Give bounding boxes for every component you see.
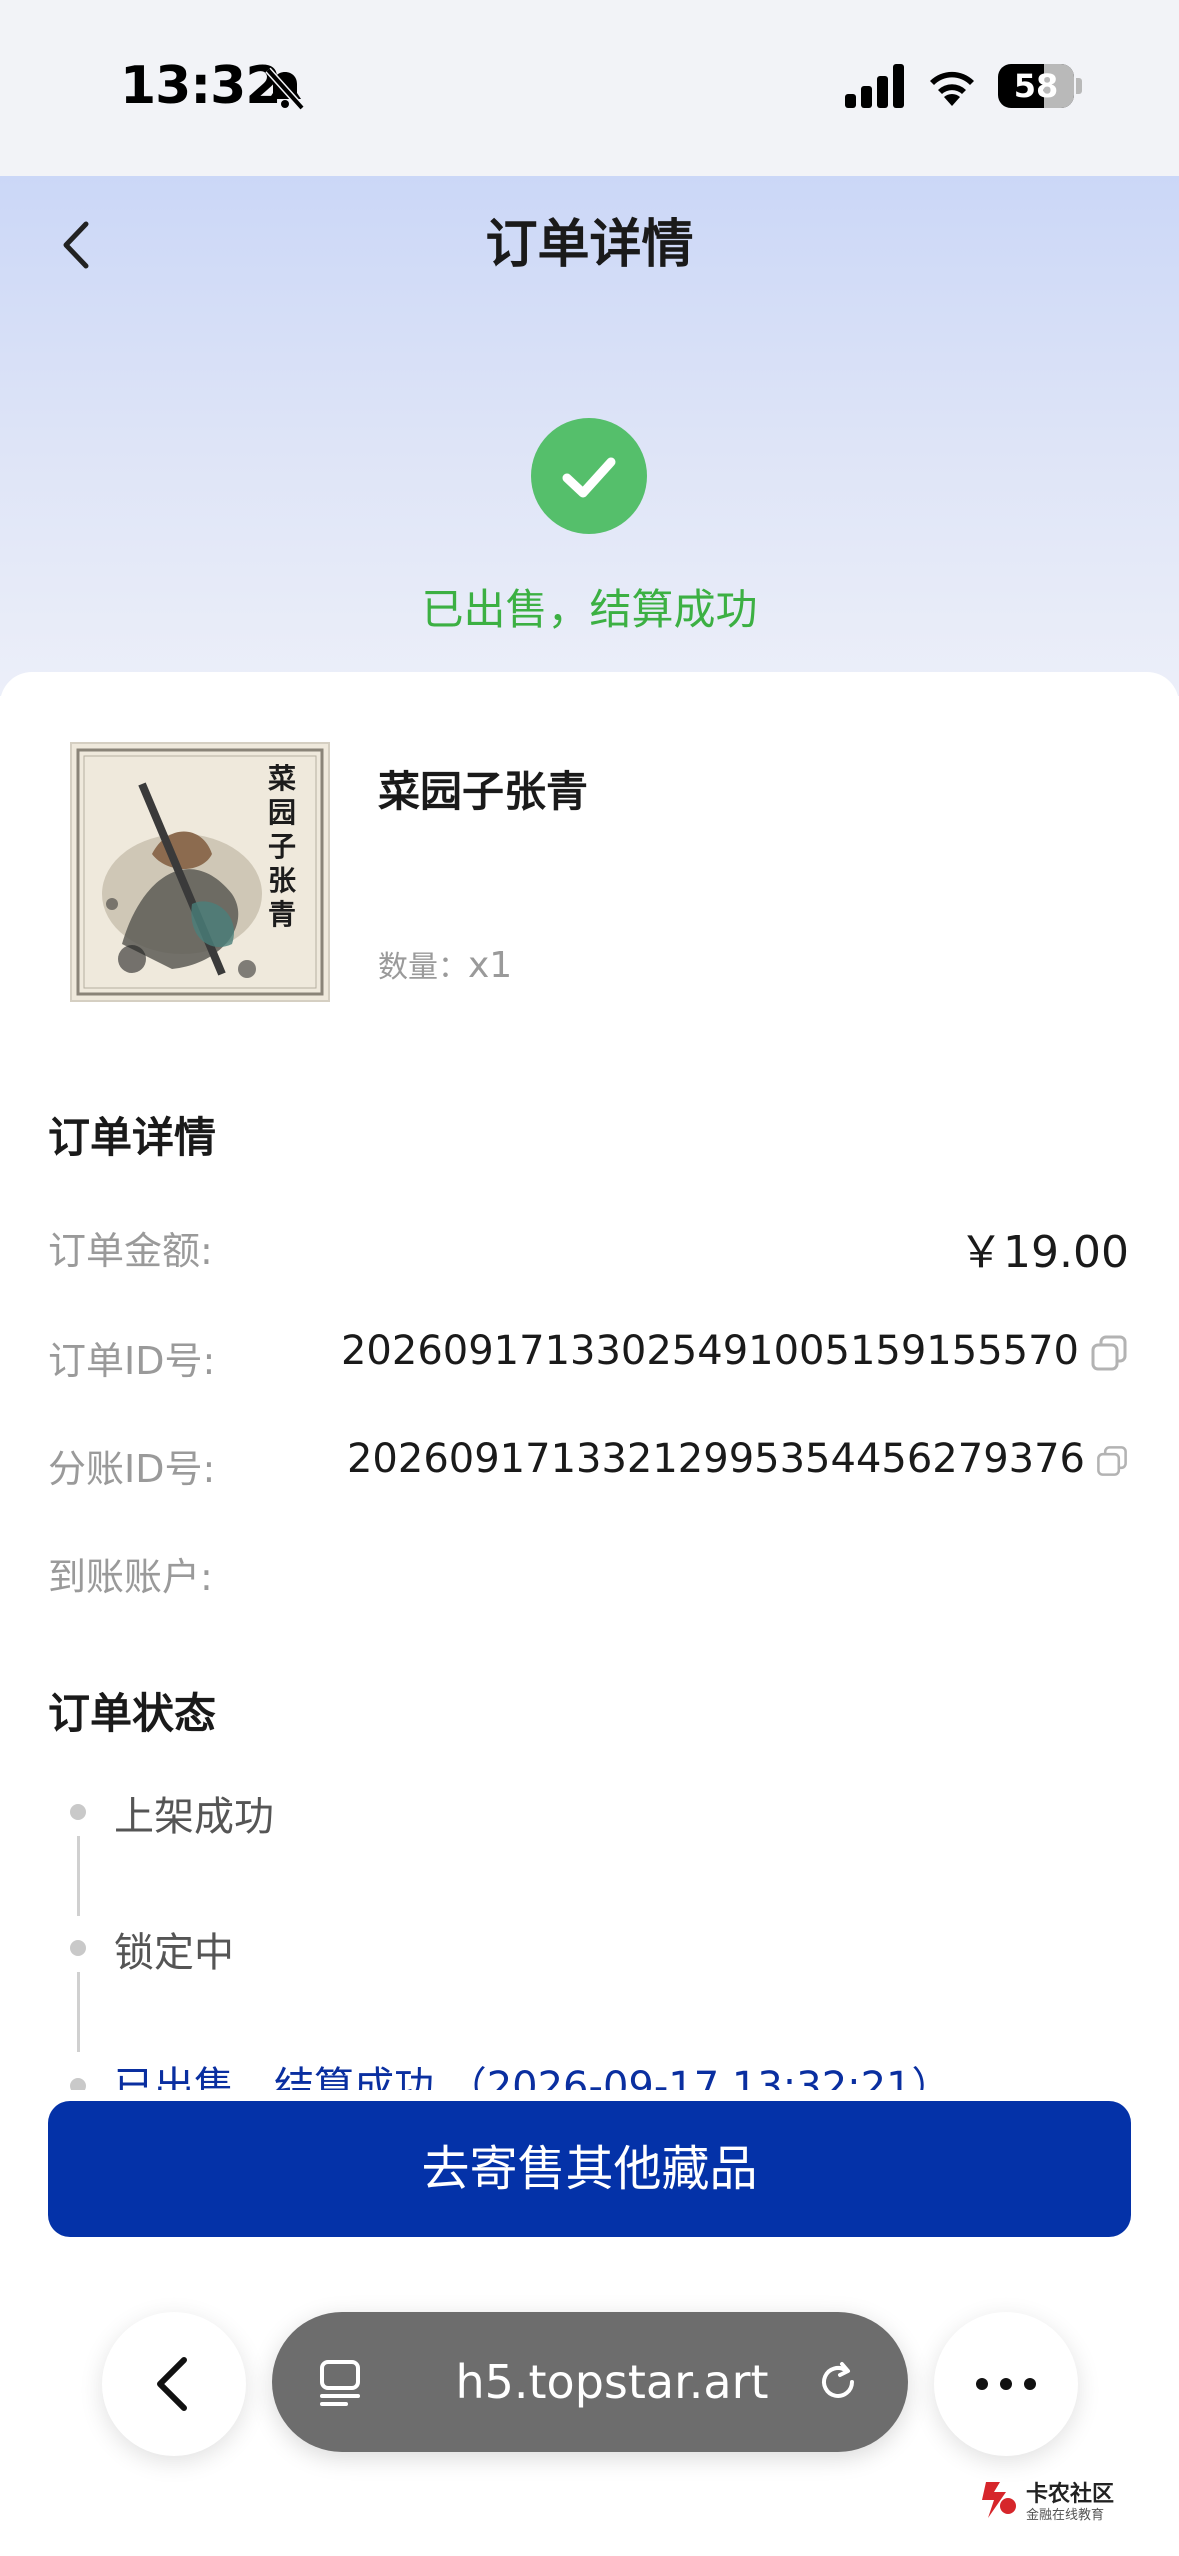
order-id-label: 订单ID号:: [48, 1339, 216, 1383]
timeline-dot: [70, 1804, 86, 1820]
consign-other-items-button[interactable]: 去寄售其他藏品: [48, 2101, 1131, 2237]
timeline-step-listed: 上架成功: [114, 1794, 274, 1840]
timeline-step-sold: 已出售，结算成功 （2026-09-17 13:32:21）: [114, 2064, 952, 2090]
timeline-connector: [77, 1836, 80, 1916]
order-amount-label: 订单金额:: [48, 1229, 213, 1273]
order-id-value: 20260917133025491005159155570: [340, 1328, 1079, 1374]
timeline-step-locked: 锁定中: [114, 1930, 234, 1976]
split-id-label: 分账ID号:: [48, 1447, 216, 1491]
success-check-icon: [531, 418, 647, 534]
cellular-signal-icon: [845, 64, 904, 108]
watermark-subtitle: 金融在线教育: [1026, 2508, 1105, 2523]
quantity-value: x1: [468, 945, 513, 986]
copy-icon[interactable]: [1089, 1333, 1129, 1373]
address-bar[interactable]: h5.topstar.art: [272, 2312, 908, 2452]
mute-bell-icon: [265, 67, 305, 111]
quantity-label: 数量：: [378, 950, 468, 985]
copy-icon[interactable]: [1095, 1444, 1129, 1478]
order-detail-title: 订单详情: [48, 1113, 217, 1162]
status-time: 13:32: [120, 56, 282, 116]
watermark-logo-icon: [982, 2482, 1016, 2518]
product-name: 菜园子张青: [378, 767, 589, 816]
battery-level: 58: [1013, 67, 1059, 105]
artwork-calligraphy: 菜园子张青: [268, 762, 297, 931]
order-amount-value: ￥19.00: [959, 1227, 1129, 1278]
url-text[interactable]: h5.topstar.art: [432, 2312, 792, 2452]
more-options-button[interactable]: [934, 2312, 1078, 2456]
receiving-account-label: 到账账户:: [48, 1555, 213, 1599]
product-thumbnail[interactable]: 菜园子张青: [70, 742, 330, 1002]
battery-tip: [1076, 78, 1082, 94]
timeline-clipped-area: 已出售，结算成功 （2026-09-17 13:32:21）: [0, 2060, 1179, 2090]
battery-icon: 58: [998, 64, 1074, 108]
more-dots-icon: [976, 2378, 1036, 2390]
order-status-title: 订单状态: [48, 1689, 217, 1738]
timeline-dot: [70, 1940, 86, 1956]
timeline-connector: [77, 1972, 80, 2052]
timeline-dot: [70, 2078, 86, 2090]
page-menu-icon[interactable]: [316, 2356, 368, 2408]
quantity: 数量：x1: [378, 942, 512, 986]
reload-icon[interactable]: [812, 2356, 864, 2408]
wifi-icon: [930, 71, 974, 106]
order-id-row: 20260917133025491005159155570: [341, 1328, 1129, 1374]
split-id-value: 20260917133212995354456279376: [346, 1436, 1085, 1482]
split-id-row: 20260917133212995354456279376: [347, 1436, 1129, 1482]
browser-back-button[interactable]: [102, 2312, 246, 2456]
page-title: 订单详情: [485, 215, 694, 275]
chevron-left-icon: [157, 2357, 187, 2411]
order-status-text: 已出售，结算成功: [421, 585, 758, 634]
